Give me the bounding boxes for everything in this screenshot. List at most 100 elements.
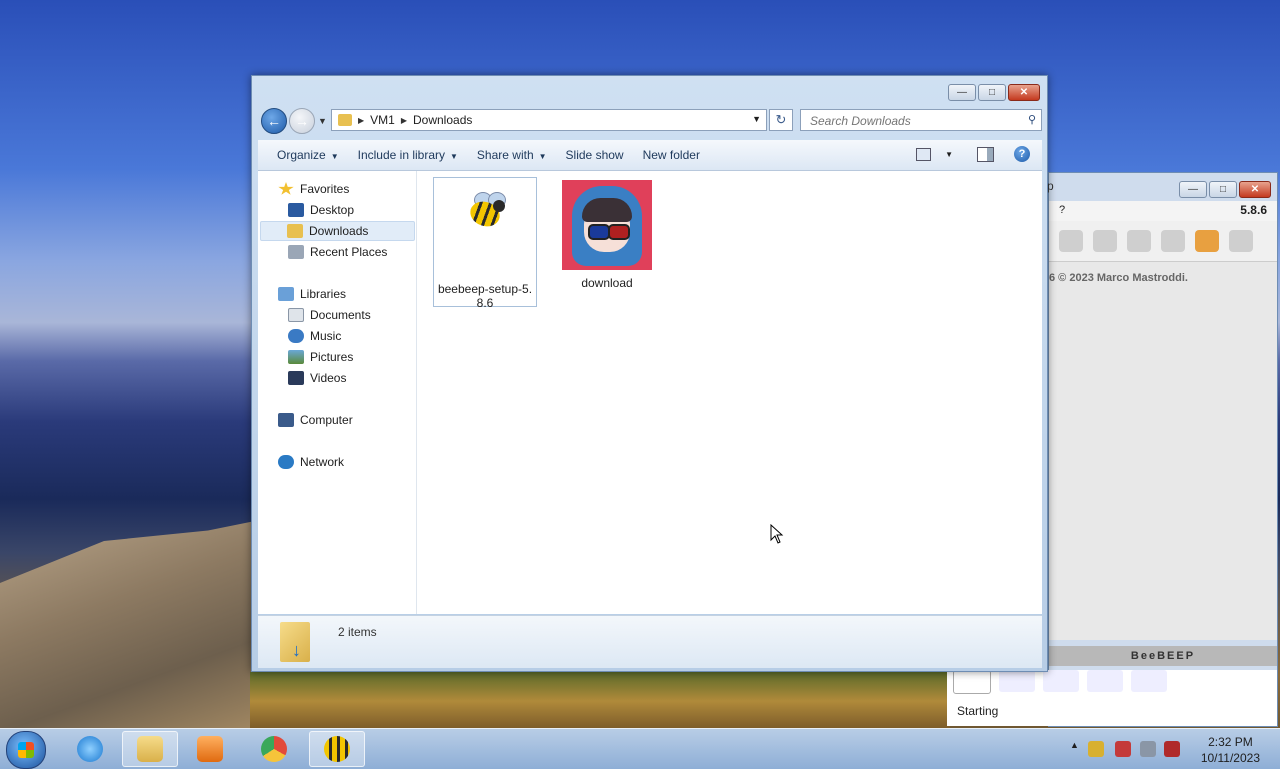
address-dropdown-icon[interactable]: ▼ (752, 114, 761, 124)
beebeep-tray-icon[interactable] (1088, 741, 1104, 757)
include-in-library-menu[interactable]: Include in library ▼ (358, 148, 458, 162)
beebeep-tools-icon[interactable] (1161, 230, 1185, 252)
recent-places-icon (288, 245, 304, 259)
beebeep-groups-tab-icon[interactable] (1087, 670, 1123, 692)
beebeep-window[interactable]: p — □ ✕ ? 5.8.6 6 © 2023 Marco Mastroddi… (947, 172, 1278, 727)
file-name: download (581, 276, 633, 290)
beebeep-chat-tab-icon[interactable] (953, 670, 991, 694)
share-with-label: Share with (476, 148, 534, 162)
details-pane: ↓ 2 items (258, 615, 1042, 668)
documents-icon (288, 308, 304, 322)
beebeep-update-icon[interactable] (1195, 230, 1219, 252)
preview-pane-icon[interactable] (977, 146, 994, 162)
show-hidden-icons-icon[interactable]: ▲ (1070, 740, 1079, 750)
network-tray-icon[interactable] (1140, 741, 1156, 757)
chrome-icon (261, 736, 287, 762)
nav-downloads-label: Downloads (309, 224, 369, 238)
recent-pages-dropdown-icon[interactable]: ▼ (318, 116, 327, 126)
volume-muted-icon[interactable] (1164, 741, 1180, 757)
share-with-menu[interactable]: Share with ▼ (477, 148, 547, 162)
nav-desktop-label: Desktop (310, 203, 355, 217)
clock-time: 2:32 PM (1208, 735, 1253, 749)
back-button[interactable]: ← (261, 108, 287, 134)
beebeep-caption-buttons: — □ ✕ (1177, 181, 1271, 198)
action-center-icon[interactable] (1115, 741, 1131, 757)
start-button[interactable] (6, 731, 46, 769)
nav-desktop[interactable]: Desktop (288, 200, 354, 220)
forward-button[interactable]: → (289, 108, 315, 134)
minimize-button[interactable]: — (948, 84, 976, 101)
clock[interactable]: 2:32 PM 10/11/2023 (1201, 734, 1260, 766)
thumbnail-glasses (608, 224, 630, 240)
nav-music[interactable]: Music (288, 326, 341, 346)
windows-logo-icon (18, 742, 34, 758)
computer-icon (278, 413, 294, 427)
beebeep-bottom-panel: Starting (947, 670, 1277, 726)
taskbar-media-player[interactable] (182, 731, 238, 767)
help-icon[interactable]: ? (1014, 146, 1030, 162)
chevron-down-icon: ▼ (330, 152, 339, 161)
image-thumbnail (562, 180, 652, 270)
breadcrumb-arrow-icon[interactable]: ▶ (401, 116, 407, 125)
taskbar: ▲ 2:32 PM 10/11/2023 (0, 728, 1280, 769)
navigation-row: ← → ▼ ▶ VM1 ▶ Downloads ▼ ↻ ⚲ (260, 108, 1042, 134)
beebeep-info-icon[interactable] (1059, 230, 1083, 252)
nav-videos[interactable]: Videos (288, 368, 346, 388)
address-bar[interactable]: ▶ VM1 ▶ Downloads ▼ (331, 109, 767, 131)
beebeep-close-button[interactable]: ✕ (1239, 181, 1271, 198)
close-button[interactable]: ✕ (1008, 84, 1040, 101)
folder-icon (137, 736, 163, 762)
star-icon (278, 182, 294, 195)
thumbnail-hair (582, 198, 632, 222)
down-arrow-icon: ↓ (292, 640, 301, 660)
breadcrumb-vm1[interactable]: VM1 (370, 113, 395, 127)
breadcrumb-downloads[interactable]: Downloads (413, 113, 472, 127)
beebeep-trash-icon[interactable] (1229, 230, 1253, 252)
slide-show-button[interactable]: Slide show (566, 148, 624, 162)
nav-recent-places[interactable]: Recent Places (288, 242, 387, 262)
beebeep-help-menu[interactable]: ? (1059, 204, 1065, 216)
beebeep-maximize-button[interactable]: □ (1209, 181, 1237, 198)
explorer-window[interactable]: — □ ✕ ← → ▼ ▶ VM1 ▶ Downloads ▼ ↻ ⚲ Orga… (251, 75, 1048, 672)
breadcrumb-arrow-icon[interactable]: ▶ (358, 116, 364, 125)
file-item[interactable]: beebeep-setup-5.8.6 (433, 177, 537, 310)
beebeep-title-fragment: p (1047, 179, 1054, 193)
media-player-icon (197, 736, 223, 762)
music-icon (288, 329, 304, 343)
network-icon (278, 455, 294, 469)
beebeep-status-text: Starting (957, 704, 999, 718)
beebeep-minimize-button[interactable]: — (1179, 181, 1207, 198)
taskbar-chrome[interactable] (246, 731, 302, 767)
nav-computer[interactable]: Computer (278, 410, 353, 430)
view-controls: ▼ ? (916, 146, 1030, 162)
beebeep-banner: BeeBEEP (1049, 646, 1277, 666)
change-view-icon[interactable] (916, 147, 932, 161)
organize-menu[interactable]: Organize ▼ (277, 148, 339, 162)
system-tray: ▲ 2:32 PM 10/11/2023 (1060, 729, 1280, 769)
refresh-button[interactable]: ↻ (769, 109, 793, 131)
beebeep-edit-icon[interactable] (1127, 230, 1151, 252)
nav-pictures[interactable]: Pictures (288, 347, 353, 367)
taskbar-beebeep[interactable] (309, 731, 365, 767)
nav-downloads[interactable]: Downloads (260, 221, 415, 241)
beebeep-users-tab-icon[interactable] (999, 670, 1035, 692)
new-folder-button[interactable]: New folder (643, 148, 700, 162)
nav-network[interactable]: Network (278, 452, 344, 472)
nav-libraries[interactable]: Libraries (278, 284, 346, 304)
nav-favorites-label: Favorites (300, 182, 350, 196)
beebeep-messages-tab-icon[interactable] (1043, 670, 1079, 692)
maximize-button[interactable]: □ (978, 84, 1006, 101)
taskbar-explorer[interactable] (122, 731, 178, 767)
clock-date: 10/11/2023 (1200, 751, 1260, 765)
pictures-icon (288, 350, 304, 364)
search-icon[interactable]: ⚲ (1028, 113, 1036, 126)
search-input[interactable] (808, 113, 1012, 129)
file-item[interactable]: download (557, 180, 657, 290)
beebeep-files-tab-icon[interactable] (1131, 670, 1167, 692)
beebeep-home-icon[interactable] (1093, 230, 1117, 252)
nav-favorites[interactable]: Favorites (278, 179, 349, 199)
nav-documents[interactable]: Documents (288, 305, 371, 325)
search-box[interactable]: ⚲ (800, 109, 1042, 131)
taskbar-internet-explorer[interactable] (62, 731, 118, 767)
view-dropdown-icon[interactable]: ▼ (945, 150, 953, 159)
